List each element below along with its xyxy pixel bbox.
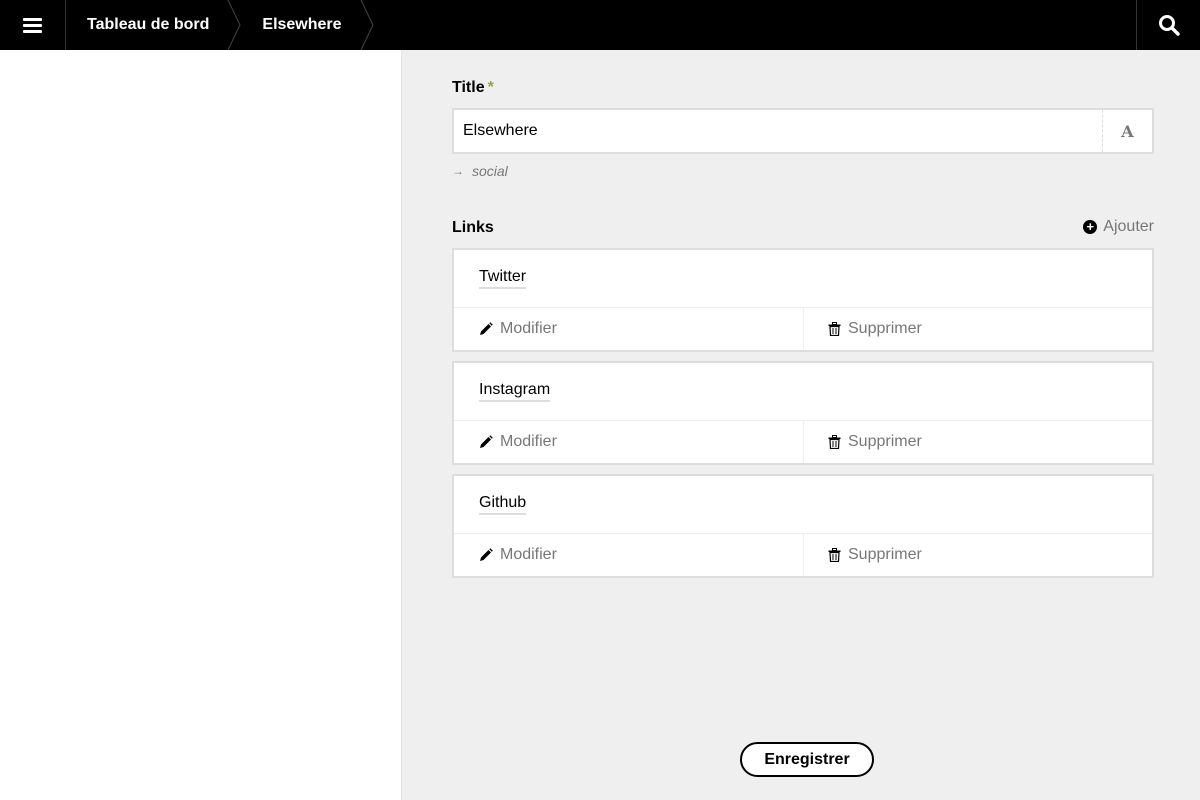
- hamburger-icon: [23, 17, 42, 33]
- pencil-icon: [480, 322, 493, 335]
- required-marker: *: [487, 79, 494, 96]
- modify-button[interactable]: Modifier: [454, 534, 804, 576]
- pencil-icon: [480, 548, 493, 561]
- plus-circle-icon: +: [1083, 220, 1098, 234]
- modify-button[interactable]: Modifier: [454, 308, 804, 350]
- title-label: Title *: [452, 79, 494, 96]
- edit-panel: Title* A → social Links + Ajouter Twitte…: [401, 50, 1200, 800]
- add-link-button[interactable]: + Ajouter: [1083, 218, 1154, 236]
- link-item-title[interactable]: Github: [479, 494, 527, 515]
- links-label: Links: [452, 219, 494, 236]
- save-button[interactable]: Enregistrer: [740, 742, 874, 777]
- menu-button[interactable]: [0, 0, 66, 50]
- trash-icon: [828, 322, 841, 336]
- link-item-actions: Modifier Supprimer: [454, 534, 1152, 576]
- link-item-actions: Modifier Supprimer: [454, 308, 1152, 350]
- title-input[interactable]: [454, 110, 1102, 152]
- link-item-header: Twitter: [454, 250, 1152, 308]
- link-item-header: Instagram: [454, 363, 1152, 421]
- delete-label: Supprimer: [848, 546, 922, 563]
- delete-button[interactable]: Supprimer: [804, 308, 1152, 350]
- preview-pane: [0, 50, 401, 800]
- link-item-title[interactable]: Twitter: [479, 268, 527, 289]
- top-bar: Tableau de bord Elsewhere: [0, 0, 1200, 50]
- link-item-actions: Modifier Supprimer: [454, 421, 1152, 463]
- modify-label: Modifier: [500, 433, 557, 450]
- search-icon: [1158, 15, 1180, 36]
- trash-icon: [828, 548, 841, 562]
- arrow-right-icon: →: [452, 164, 464, 178]
- slug-hint: → social: [452, 163, 508, 179]
- breadcrumb: Tableau de bord Elsewhere: [66, 0, 374, 50]
- breadcrumb-separator-icon: [227, 0, 241, 50]
- add-link-label: Ajouter: [1103, 218, 1154, 235]
- breadcrumb-dashboard[interactable]: Tableau de bord: [66, 0, 227, 50]
- letter-a-icon[interactable]: A: [1102, 110, 1152, 152]
- breadcrumb-separator-icon: [360, 0, 374, 50]
- slug-text: social: [472, 163, 508, 179]
- delete-button[interactable]: Supprimer: [804, 534, 1152, 576]
- title-field: A: [452, 108, 1154, 154]
- breadcrumb-current-page[interactable]: Elsewhere: [241, 0, 359, 50]
- link-item-header: Github: [454, 476, 1152, 534]
- modify-label: Modifier: [500, 546, 557, 563]
- link-item: Github Modifier Supprimer: [452, 474, 1154, 578]
- link-item-title[interactable]: Instagram: [479, 381, 551, 402]
- modify-button[interactable]: Modifier: [454, 421, 804, 463]
- delete-button[interactable]: Supprimer: [804, 421, 1152, 463]
- link-item: Instagram Modifier Supprimer: [452, 361, 1154, 465]
- pencil-icon: [480, 435, 493, 448]
- trash-icon: [828, 435, 841, 449]
- search-button[interactable]: [1136, 0, 1200, 50]
- link-item: Twitter Modifier Supprimer: [452, 248, 1154, 352]
- delete-label: Supprimer: [848, 320, 922, 337]
- modify-label: Modifier: [500, 320, 557, 337]
- delete-label: Supprimer: [848, 433, 922, 450]
